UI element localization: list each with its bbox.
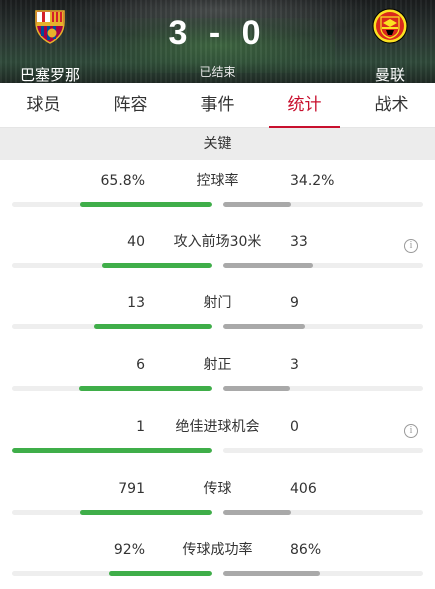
away-bar-track <box>223 324 423 329</box>
away-value: 33 <box>290 234 308 250</box>
stat-label: 绝佳进球机会 <box>175 419 260 435</box>
away-value: 34.2% <box>290 173 335 189</box>
away-bar-track <box>223 263 423 268</box>
home-bar-fill <box>109 571 212 576</box>
away-bar-fill <box>223 202 291 207</box>
away-bar-fill <box>223 324 305 329</box>
stat-label: 射门 <box>203 295 232 311</box>
stat-label: 攻入前场30米 <box>173 234 262 250</box>
away-value: 86% <box>290 542 322 558</box>
home-bar-track <box>12 510 212 515</box>
home-bar-fill <box>12 448 212 453</box>
away-value: 406 <box>290 481 317 497</box>
away-bar-track <box>223 448 423 453</box>
away-bar-fill <box>223 571 320 576</box>
manchester-united-crest-icon <box>372 8 408 44</box>
info-icon[interactable]: i <box>404 239 418 253</box>
away-bar-track <box>223 386 423 391</box>
stat-label: 传球 <box>203 481 232 497</box>
home-bar-fill <box>80 510 212 515</box>
tab-bar: 球员 阵容 事件 统计 战术 <box>0 83 435 128</box>
home-bar-fill <box>94 324 212 329</box>
away-bar-fill <box>223 386 290 391</box>
stat-row: 1 绝佳进球机会 0 i <box>0 410 435 471</box>
stat-label: 控球率 <box>196 173 239 189</box>
home-bar-fill <box>79 386 212 391</box>
home-bar-track <box>12 202 212 207</box>
home-bar-track <box>12 263 212 268</box>
stat-row: 13 射门 9 <box>0 286 435 347</box>
stat-row: 40 攻入前场30米 33 i <box>0 225 435 286</box>
home-bar-track <box>12 386 212 391</box>
section-header-key: 关键 <box>0 128 435 160</box>
away-bar-track <box>223 202 423 207</box>
home-bar-fill <box>102 263 212 268</box>
away-team[interactable]: 曼联 <box>345 8 435 83</box>
tab-players[interactable]: 球员 <box>0 83 87 127</box>
stat-label: 射正 <box>203 357 232 373</box>
away-bar-fill <box>223 263 313 268</box>
home-bar-track <box>12 571 212 576</box>
tab-events[interactable]: 事件 <box>174 83 261 127</box>
tab-lineup[interactable]: 阵容 <box>87 83 174 127</box>
home-bar-track <box>12 324 212 329</box>
stat-row: 791 传球 406 <box>0 472 435 533</box>
stat-row: 65.8% 控球率 34.2% <box>0 164 435 225</box>
info-icon[interactable]: i <box>404 424 418 438</box>
tab-stats[interactable]: 统计 <box>261 83 348 128</box>
stat-label: 传球成功率 <box>182 542 253 558</box>
away-value: 9 <box>290 295 299 311</box>
away-bar-track <box>223 510 423 515</box>
stat-row: 6 射正 3 <box>0 348 435 409</box>
home-bar-fill <box>80 202 212 207</box>
tab-tactics[interactable]: 战术 <box>348 83 435 127</box>
away-team-name: 曼联 <box>374 66 405 83</box>
stat-row: 92% 传球成功率 86% <box>0 533 435 589</box>
away-value: 3 <box>290 357 299 373</box>
away-bar-fill <box>223 510 291 515</box>
away-value: 0 <box>290 419 299 435</box>
home-bar-track <box>12 448 212 453</box>
away-bar-track <box>223 571 423 576</box>
match-header: 巴塞罗那 3 - 0 已结束 曼联 <box>0 0 435 83</box>
